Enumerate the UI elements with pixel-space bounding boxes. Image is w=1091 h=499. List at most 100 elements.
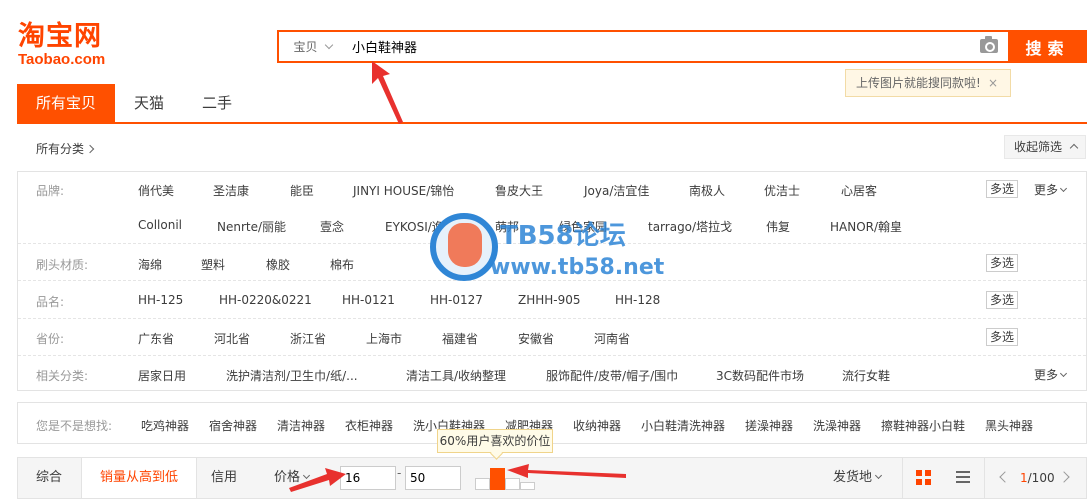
tab-tmall[interactable]: 天猫 xyxy=(115,84,183,122)
brand-option[interactable]: Collonil xyxy=(138,218,182,232)
more-label: 更多 xyxy=(1034,183,1059,197)
suggestion-item[interactable]: 搓澡神器 xyxy=(745,417,793,434)
material-option[interactable]: 棉布 xyxy=(330,256,354,273)
province-option[interactable]: 广东省 xyxy=(138,330,174,347)
multi-select-button[interactable]: 多选 xyxy=(986,180,1018,198)
chevron-down-icon xyxy=(302,471,311,480)
grid-view-icon[interactable] xyxy=(916,470,932,486)
price-separator: - xyxy=(397,466,402,480)
suggestion-item[interactable]: 衣柜神器 xyxy=(345,417,393,434)
price-bar-popular[interactable] xyxy=(490,468,505,490)
filter-label-product: 品名: xyxy=(36,295,65,309)
brand-option[interactable]: 能臣 xyxy=(290,182,314,199)
close-icon[interactable]: × xyxy=(988,70,998,96)
brand-option[interactable]: 心居客 xyxy=(841,182,877,199)
price-bar[interactable] xyxy=(505,478,520,490)
brand-option[interactable]: HANOR/翰皇 xyxy=(830,218,902,235)
suggestion-item[interactable]: 黑头神器 xyxy=(985,417,1033,434)
tab-all-items[interactable]: 所有宝贝 xyxy=(17,84,116,122)
brand-option[interactable]: Nenrte/丽能 xyxy=(217,218,286,235)
filter-label-brand: 品牌: xyxy=(36,184,65,198)
suggestion-item[interactable]: 洗澡神器 xyxy=(813,417,861,434)
product-option[interactable]: HH-0220&0221 xyxy=(219,293,312,307)
price-max-input[interactable] xyxy=(405,466,461,490)
page-current: 1 xyxy=(1020,471,1028,485)
multi-select-button[interactable]: 多选 xyxy=(986,291,1018,309)
material-option[interactable]: 橡胶 xyxy=(266,256,290,273)
product-option[interactable]: HH-125 xyxy=(138,293,183,307)
brand-option[interactable]: 壹念 xyxy=(320,218,344,235)
chevron-right-icon[interactable] xyxy=(1058,471,1070,483)
more-button[interactable]: 更多 xyxy=(1034,181,1068,198)
brand-option[interactable]: 俏代美 xyxy=(138,182,174,199)
chevron-down-icon xyxy=(1059,184,1068,193)
filter-row-category: 相关分类: 居家日用 洗护清洁剂/卫生巾/纸/... 清洁工具/收纳整理 服饰配… xyxy=(18,357,1086,390)
filter-row-province: 省份: 广东省 河北省 浙江省 上海市 福建省 安徽省 河南省 多选 xyxy=(18,320,1086,356)
multi-select-button[interactable]: 多选 xyxy=(986,254,1018,272)
ship-from-filter[interactable]: 发货地 xyxy=(833,458,883,498)
list-view-icon[interactable] xyxy=(956,471,970,483)
brand-option[interactable]: 萌邦 xyxy=(495,218,519,235)
category-option[interactable]: 洗护清洁剂/卫生巾/纸/... xyxy=(226,367,358,384)
category-option[interactable]: 清洁工具/收纳整理 xyxy=(406,367,506,384)
province-option[interactable]: 河南省 xyxy=(594,330,630,347)
province-option[interactable]: 上海市 xyxy=(366,330,402,347)
province-option[interactable]: 浙江省 xyxy=(290,330,326,347)
category-option[interactable]: 3C数码配件市场 xyxy=(716,367,804,384)
price-bar[interactable] xyxy=(475,478,490,490)
sort-default[interactable]: 综合 xyxy=(36,458,62,498)
brand-option[interactable]: EYKOSI/逸柯 xyxy=(385,218,456,235)
price-histogram[interactable] xyxy=(475,468,535,490)
category-option[interactable]: 居家日用 xyxy=(138,367,186,384)
material-option[interactable]: 海绵 xyxy=(138,256,162,273)
category-option[interactable]: 服饰配件/皮带/帽子/围巾 xyxy=(546,367,678,384)
brand-option[interactable]: 南极人 xyxy=(689,182,725,199)
collapse-filter-button[interactable]: 收起筛选 xyxy=(1004,135,1086,159)
brand-option[interactable]: JINYI HOUSE/锦怡 xyxy=(353,182,454,199)
chevron-right-icon xyxy=(85,144,95,154)
material-option[interactable]: 塑料 xyxy=(201,256,225,273)
brand-option[interactable]: Joya/洁宜佳 xyxy=(584,182,649,199)
sort-sales-desc[interactable]: 销量从高到低 xyxy=(81,458,198,498)
sort-credit[interactable]: 信用 xyxy=(211,458,237,498)
category-option[interactable]: 流行女鞋 xyxy=(842,367,890,384)
suggestion-item[interactable]: 收纳神器 xyxy=(573,417,621,434)
more-label: 更多 xyxy=(1034,368,1059,382)
taobao-logo[interactable]: 淘宝网 Taobao.com xyxy=(18,22,128,68)
tab-second-hand[interactable]: 二手 xyxy=(183,84,251,122)
search-input[interactable] xyxy=(348,32,948,61)
suggestion-item[interactable]: 吃鸡神器 xyxy=(141,417,189,434)
suggestion-item[interactable]: 小白鞋清洗神器 xyxy=(641,417,725,434)
chevron-left-icon[interactable] xyxy=(999,471,1011,483)
suggestion-item[interactable]: 宿舍神器 xyxy=(209,417,257,434)
product-option[interactable]: HH-128 xyxy=(615,293,660,307)
more-button[interactable]: 更多 xyxy=(1034,366,1068,383)
breadcrumb[interactable]: 所有分类 xyxy=(36,140,95,157)
brand-option[interactable]: 鲁皮大王 xyxy=(495,182,543,199)
suggestion-label: 您是不是想找: xyxy=(36,419,113,433)
breadcrumb-all-categories: 所有分类 xyxy=(36,142,85,156)
sort-price[interactable]: 价格 xyxy=(274,458,311,498)
sort-price-label: 价格 xyxy=(274,470,301,485)
brand-option[interactable]: 绿色家园 xyxy=(559,218,607,235)
suggestion-item[interactable]: 清洁神器 xyxy=(277,417,325,434)
brand-option[interactable]: 圣洁康 xyxy=(213,182,249,199)
province-option[interactable]: 河北省 xyxy=(214,330,250,347)
brand-option[interactable]: 优洁士 xyxy=(764,182,800,199)
suggestion-item[interactable]: 擦鞋神器小白鞋 xyxy=(881,417,965,434)
filter-label-province: 省份: xyxy=(36,332,65,346)
camera-icon[interactable] xyxy=(980,36,998,53)
product-option[interactable]: HH-0121 xyxy=(342,293,395,307)
brand-option[interactable]: tarrago/塔拉戈 xyxy=(648,218,732,235)
price-bar[interactable] xyxy=(520,482,535,490)
province-option[interactable]: 福建省 xyxy=(442,330,478,347)
province-option[interactable]: 安徽省 xyxy=(518,330,554,347)
product-option[interactable]: ZHHH-905 xyxy=(518,293,581,307)
multi-select-button[interactable]: 多选 xyxy=(986,328,1018,346)
product-option[interactable]: HH-0127 xyxy=(430,293,483,307)
brand-option[interactable]: 伟复 xyxy=(766,218,790,235)
price-min-input[interactable] xyxy=(340,466,396,490)
image-search-tip: 上传图片就能搜同款啦! × xyxy=(845,69,1011,97)
search-scope-select[interactable]: 宝贝 xyxy=(279,32,346,61)
search-button[interactable]: 搜索 xyxy=(1008,30,1087,63)
